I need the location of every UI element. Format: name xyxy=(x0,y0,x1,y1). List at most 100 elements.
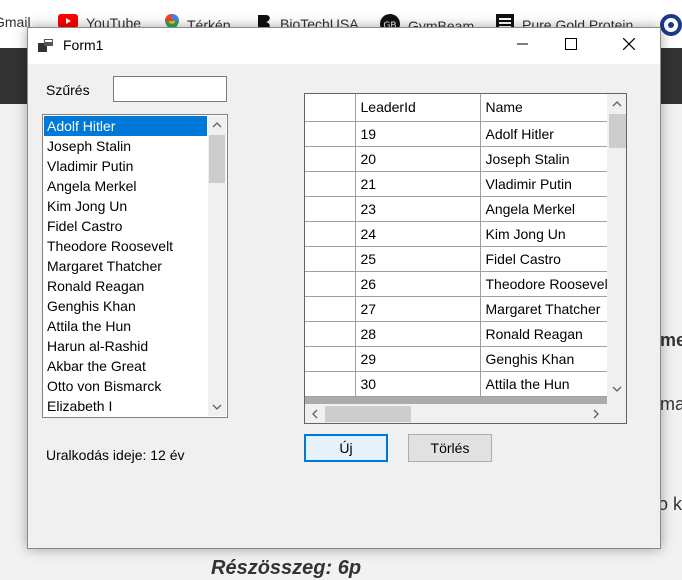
cell-name[interactable]: Genghis Khan xyxy=(480,346,613,372)
extension-icon[interactable] xyxy=(660,14,682,39)
filter-label: Szűrés xyxy=(46,82,90,98)
table-row[interactable]: 20 Joseph Stalin xyxy=(305,146,613,172)
cell-leaderid[interactable]: 23 xyxy=(355,196,481,222)
table-row[interactable]: 25 Fidel Castro xyxy=(305,246,613,272)
scroll-down-icon[interactable] xyxy=(208,398,225,415)
row-header[interactable] xyxy=(305,371,356,397)
row-header[interactable] xyxy=(305,246,356,272)
grid-vertical-scrollbar[interactable] xyxy=(607,94,626,404)
cell-leaderid[interactable]: 21 xyxy=(355,171,481,197)
list-item[interactable]: Joseph Stalin xyxy=(44,136,207,156)
page-fragment: me xyxy=(660,330,682,350)
filter-input[interactable] xyxy=(113,76,227,102)
cell-name[interactable]: Attila the Hun xyxy=(480,371,613,397)
cell-name[interactable]: Vladimir Putin xyxy=(480,171,613,197)
row-header[interactable] xyxy=(305,221,356,247)
list-item[interactable]: Ronald Reagan xyxy=(44,276,207,296)
cell-name[interactable]: Angela Merkel xyxy=(480,196,613,222)
cell-leaderid[interactable]: 19 xyxy=(355,121,481,147)
minimize-icon xyxy=(517,37,529,55)
bookmark-label: Gmail xyxy=(0,14,31,30)
close-button[interactable] xyxy=(606,28,652,64)
page-subtotal: Részösszeg: 6p xyxy=(211,557,362,579)
cell-name[interactable]: Margaret Thatcher xyxy=(480,296,613,322)
window-title: Form1 xyxy=(63,37,104,53)
list-items: Adolf Hitler Joseph Stalin Vladimir Putin A… xyxy=(44,116,207,416)
cell-leaderid[interactable]: 28 xyxy=(355,321,481,347)
cell-leaderid[interactable]: 25 xyxy=(355,246,481,272)
title-bar[interactable]: Form1 xyxy=(28,28,660,64)
bookmark-gmail[interactable]: Gmail xyxy=(0,14,31,30)
cell-name[interactable]: Joseph Stalin xyxy=(480,146,613,172)
row-header[interactable] xyxy=(305,271,356,297)
scroll-up-icon[interactable] xyxy=(208,116,225,133)
row-header[interactable] xyxy=(305,196,356,222)
cell-name[interactable]: Kim Jong Un xyxy=(480,221,613,247)
grid-table: LeaderId Name 19 Adolf Hitler 20 Joseph Sta… xyxy=(305,94,613,397)
form-window: Form1 Szűrés Adolf Hitler Joseph Stalin Vl… xyxy=(27,27,661,549)
list-item[interactable]: Otto von Bismarck xyxy=(44,376,207,396)
cell-leaderid[interactable]: 27 xyxy=(355,296,481,322)
scroll-thumb[interactable] xyxy=(325,406,411,422)
cell-leaderid[interactable]: 20 xyxy=(355,146,481,172)
maximize-button[interactable] xyxy=(548,28,594,64)
column-header-name[interactable]: Name xyxy=(480,94,613,122)
table-row[interactable]: 30 Attila the Hun xyxy=(305,371,613,397)
listbox-scrollbar[interactable] xyxy=(208,116,226,416)
scroll-left-icon[interactable] xyxy=(306,405,323,422)
row-header[interactable] xyxy=(305,171,356,197)
table-row[interactable]: 19 Adolf Hitler xyxy=(305,121,613,147)
scroll-thumb[interactable] xyxy=(209,135,225,183)
minimize-button[interactable] xyxy=(500,28,546,64)
cell-name[interactable]: Adolf Hitler xyxy=(480,121,613,147)
delete-button[interactable]: Törlés xyxy=(408,434,492,462)
row-header[interactable] xyxy=(305,121,356,147)
list-item[interactable]: Angela Merkel xyxy=(44,176,207,196)
table-row[interactable]: 23 Angela Merkel xyxy=(305,196,613,222)
cell-leaderid[interactable]: 29 xyxy=(355,346,481,372)
table-row[interactable]: 29 Genghis Khan xyxy=(305,346,613,372)
list-item[interactable]: Theodore Roosevelt xyxy=(44,236,207,256)
table-row[interactable]: 27 Margaret Thatcher xyxy=(305,296,613,322)
scroll-right-icon[interactable] xyxy=(587,405,604,422)
row-header[interactable] xyxy=(305,296,356,322)
scroll-down-icon[interactable] xyxy=(608,380,625,397)
table-row[interactable]: 28 Ronald Reagan xyxy=(305,321,613,347)
cell-name[interactable]: Ronald Reagan xyxy=(480,321,613,347)
row-header-corner[interactable] xyxy=(305,94,356,122)
list-item[interactable]: Attila the Hun xyxy=(44,316,207,336)
cell-leaderid[interactable]: 24 xyxy=(355,221,481,247)
list-item[interactable]: Fidel Castro xyxy=(44,216,207,236)
close-icon xyxy=(622,37,636,55)
list-item[interactable]: Akbar the Great xyxy=(44,356,207,376)
page-fragment: o k xyxy=(658,494,682,514)
list-item[interactable]: Adolf Hitler xyxy=(44,116,207,136)
table-row[interactable]: 21 Vladimir Putin xyxy=(305,171,613,197)
leader-listbox[interactable]: Adolf Hitler Joseph Stalin Vladimir Putin A… xyxy=(42,114,228,418)
leaders-grid[interactable]: LeaderId Name 19 Adolf Hitler 20 Joseph Sta… xyxy=(304,93,627,424)
list-item[interactable]: Kim Jong Un xyxy=(44,196,207,216)
grid-horizontal-scrollbar[interactable] xyxy=(305,404,607,423)
list-item[interactable]: Genghis Khan xyxy=(44,296,207,316)
maximize-icon xyxy=(565,37,577,55)
cell-name[interactable]: Theodore Roosevelt xyxy=(480,271,613,297)
table-row[interactable]: 24 Kim Jong Un xyxy=(305,221,613,247)
app-icon xyxy=(38,38,54,54)
table-row[interactable]: 26 Theodore Roosevelt xyxy=(305,271,613,297)
cell-name[interactable]: Fidel Castro xyxy=(480,246,613,272)
scrollbar-corner xyxy=(607,404,626,423)
row-header[interactable] xyxy=(305,346,356,372)
scroll-up-icon[interactable] xyxy=(608,95,625,112)
cell-leaderid[interactable]: 30 xyxy=(355,371,481,397)
new-button[interactable]: Új xyxy=(304,434,388,462)
cell-leaderid[interactable]: 26 xyxy=(355,271,481,297)
scroll-thumb[interactable] xyxy=(609,114,626,148)
list-item[interactable]: Harun al-Rashid xyxy=(44,336,207,356)
reign-duration-label: Uralkodás ideje: 12 év xyxy=(46,447,185,463)
column-header-leaderid[interactable]: LeaderId xyxy=(355,94,481,122)
list-item[interactable]: Vladimir Putin xyxy=(44,156,207,176)
row-header[interactable] xyxy=(305,146,356,172)
list-item[interactable]: Margaret Thatcher xyxy=(44,256,207,276)
list-item[interactable]: Elizabeth I xyxy=(44,396,207,416)
row-header[interactable] xyxy=(305,321,356,347)
